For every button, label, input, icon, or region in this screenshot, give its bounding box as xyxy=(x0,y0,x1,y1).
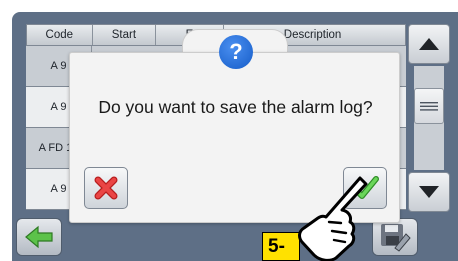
dialog-question: Do you want to save the alarm log? xyxy=(98,97,373,117)
scroll-track[interactable] xyxy=(414,66,444,170)
scroll-down-button[interactable] xyxy=(408,172,450,212)
back-button[interactable] xyxy=(16,218,62,256)
save-button[interactable] xyxy=(372,218,418,256)
column-header-start[interactable]: Start xyxy=(93,25,157,45)
cancel-button[interactable] xyxy=(84,167,128,209)
save-disk-icon xyxy=(381,224,411,252)
question-mark-icon: ? xyxy=(219,35,253,69)
pointing-hand-icon xyxy=(298,176,368,261)
red-x-icon xyxy=(94,176,118,200)
device-frame: Code Start E Description A 9 A 9 A FD 10… xyxy=(0,0,458,261)
green-left-arrow-icon xyxy=(25,225,53,249)
grip-lines-icon xyxy=(420,101,438,111)
up-arrow-icon xyxy=(419,38,439,50)
scroll-thumb[interactable] xyxy=(414,88,444,124)
table-scrollbar[interactable] xyxy=(408,24,450,212)
scroll-up-button[interactable] xyxy=(408,24,450,64)
column-header-code[interactable]: Code xyxy=(27,25,93,45)
down-arrow-icon xyxy=(419,186,439,198)
step-label: 5- xyxy=(262,232,300,261)
